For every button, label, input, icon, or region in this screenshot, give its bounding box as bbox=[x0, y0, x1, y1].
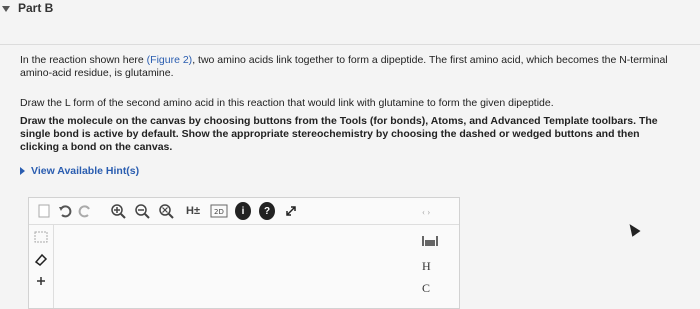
editor-toolbar: H± 2D i ? bbox=[29, 198, 459, 225]
expand-icon[interactable] bbox=[283, 202, 299, 220]
figure-link[interactable]: (Figure 2) bbox=[147, 54, 193, 66]
caret-right-icon bbox=[20, 167, 25, 176]
info-button[interactable]: i bbox=[235, 202, 251, 220]
svg-text:2D: 2D bbox=[214, 208, 224, 216]
tools-toolbar bbox=[29, 225, 54, 308]
periodic-table-icon[interactable] bbox=[422, 235, 438, 250]
selection-icon[interactable] bbox=[33, 229, 49, 245]
atom-h-button[interactable]: H bbox=[422, 259, 431, 274]
zoom-fit-icon[interactable] bbox=[157, 202, 175, 220]
add-charge-icon[interactable] bbox=[33, 273, 49, 289]
undo-icon[interactable] bbox=[57, 202, 73, 220]
hint-label: View Available Hint(s) bbox=[31, 165, 140, 177]
view-hints-link[interactable]: View Available Hint(s) bbox=[20, 165, 139, 177]
explicit-hydrogens-button[interactable]: H± bbox=[183, 202, 203, 220]
atom-c-button[interactable]: C bbox=[422, 281, 430, 296]
mouse-cursor-icon bbox=[625, 221, 641, 237]
clear-icon[interactable] bbox=[37, 202, 51, 220]
help-button[interactable]: ? bbox=[259, 202, 275, 220]
redo-icon[interactable] bbox=[77, 202, 93, 220]
instruction-draw: Draw the L form of the second amino acid… bbox=[20, 97, 554, 109]
collapse-icon[interactable]: ‹ › bbox=[422, 207, 430, 217]
zoom-in-icon[interactable] bbox=[109, 202, 127, 220]
part-title: Part B bbox=[18, 1, 54, 15]
caret-down-icon[interactable] bbox=[2, 6, 10, 12]
zoom-out-icon[interactable] bbox=[133, 202, 151, 220]
part-header[interactable]: Part B bbox=[0, 0, 700, 45]
intro-text: In the reaction shown here (Figure 2), t… bbox=[20, 54, 680, 80]
atoms-toolbar: ‹ › H C bbox=[414, 197, 454, 307]
eraser-icon[interactable] bbox=[33, 251, 49, 267]
2d-structure-icon[interactable]: 2D bbox=[209, 202, 229, 220]
instruction-canvas: Draw the molecule on the canvas by choos… bbox=[20, 115, 658, 153]
molecule-editor[interactable]: H± 2D i ? bbox=[28, 197, 460, 309]
intro-before: In the reaction shown here bbox=[20, 54, 147, 66]
